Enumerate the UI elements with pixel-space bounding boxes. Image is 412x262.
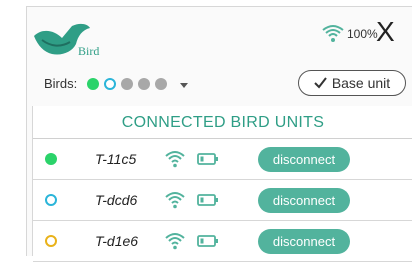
table-row: T-11c5 disconnect: [33, 139, 412, 180]
bird-dot-5[interactable]: [155, 78, 167, 90]
base-unit-label: Base unit: [331, 75, 391, 91]
wifi-percent: 100%: [347, 27, 378, 41]
disconnect-button[interactable]: disconnect: [258, 147, 350, 172]
bird-dot-4[interactable]: [138, 78, 150, 90]
base-unit-button[interactable]: Base unit: [298, 70, 406, 96]
wifi-icon: [322, 25, 344, 42]
birds-label: Birds:: [44, 76, 78, 91]
status-dot: [45, 194, 57, 206]
battery-icon: [197, 194, 218, 206]
unit-id: T-11c5: [95, 151, 137, 167]
battery-icon: [197, 153, 218, 165]
list-title: CONNECTED BIRD UNITS: [33, 106, 412, 139]
bird-units-list: CONNECTED BIRD UNITS T-11c5 disconnect T-d…: [32, 106, 412, 262]
wifi-icon: [165, 233, 185, 250]
bird-dot-2[interactable]: [104, 78, 116, 90]
battery-icon: [197, 235, 218, 247]
status-dot: [45, 153, 57, 165]
checkmark-icon: [314, 77, 327, 89]
bird-dot-3[interactable]: [121, 78, 133, 90]
wifi-icon: [165, 192, 185, 209]
logo-text: Bird: [78, 44, 100, 58]
wifi-icon: [165, 151, 185, 168]
disconnect-button[interactable]: disconnect: [258, 188, 350, 213]
bird-dot-1[interactable]: [87, 78, 99, 90]
table-row: T-dcd6 disconnect: [33, 180, 412, 221]
status-dot: [45, 235, 57, 247]
unit-id: T-d1e6: [95, 233, 139, 249]
close-button[interactable]: X: [376, 18, 395, 46]
chevron-down-icon[interactable]: [180, 83, 188, 88]
disconnect-button[interactable]: disconnect: [258, 229, 350, 254]
unit-id: T-dcd6: [95, 192, 138, 208]
